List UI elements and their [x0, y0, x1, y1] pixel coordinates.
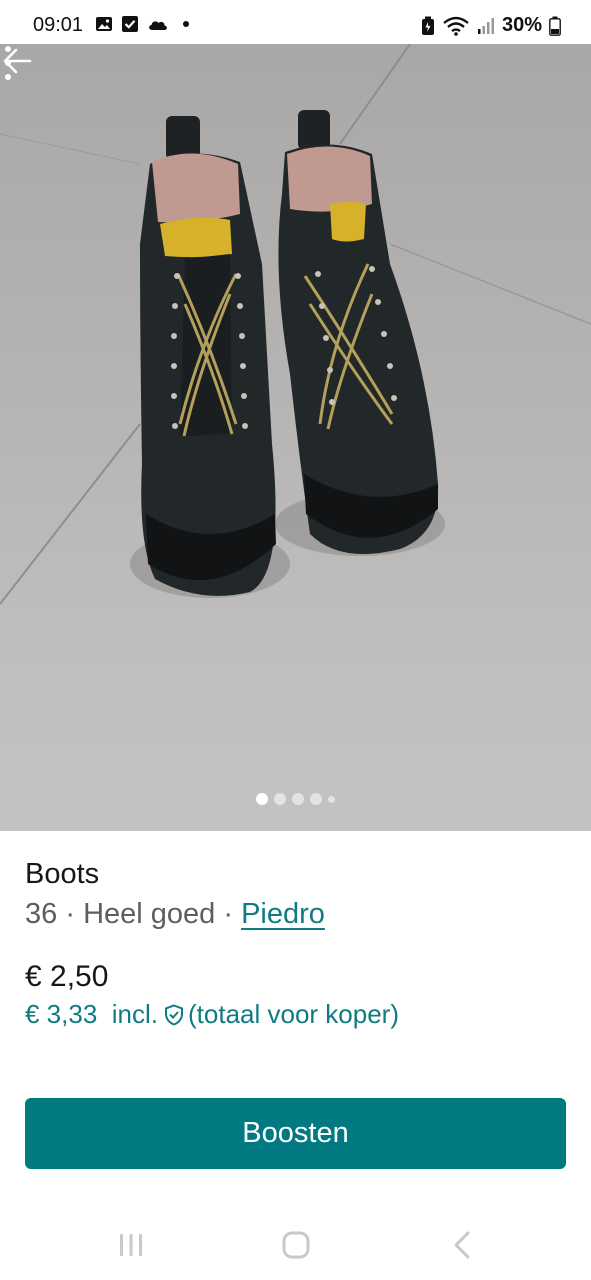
home-icon[interactable]	[279, 1228, 313, 1262]
pagination-dot[interactable]	[292, 793, 304, 805]
battery-percent: 30%	[501, 14, 542, 36]
boost-button[interactable]: Boosten	[25, 1098, 566, 1169]
gallery-icon	[96, 17, 112, 31]
notification-dot-icon	[183, 21, 189, 27]
incl-label: incl.	[111, 999, 158, 1029]
system-nav-bar	[0, 1210, 591, 1280]
pagination-dot[interactable]	[256, 793, 268, 805]
signal-icon	[477, 17, 494, 34]
price-incl: € 3,33	[25, 999, 98, 1029]
item-meta: 36 · Heel goed · Piedro	[25, 898, 325, 931]
shield-check-icon	[165, 1003, 183, 1026]
recents-icon[interactable]	[114, 1228, 148, 1262]
buyer-protection-price[interactable]: € 3,33 incl. (totaal voor koper)	[25, 999, 399, 1030]
cloud-icon	[149, 21, 167, 30]
pagination-dot[interactable]	[310, 793, 322, 805]
more-options-icon[interactable]	[0, 44, 16, 82]
listing-photo[interactable]	[0, 44, 591, 831]
item-condition: Heel goed	[83, 898, 216, 930]
separator: ·	[223, 898, 234, 930]
item-price: € 2,50	[25, 960, 109, 993]
incl-note: (totaal voor koper)	[188, 999, 399, 1029]
separator: ·	[65, 898, 75, 930]
back-nav-icon[interactable]	[446, 1228, 480, 1262]
item-title: Boots	[25, 858, 100, 890]
right-boot	[275, 110, 445, 556]
pagination-dot[interactable]	[328, 795, 335, 803]
status-time: 09:01	[33, 14, 84, 36]
boots-photo	[0, 44, 591, 605]
checkbox-icon	[122, 16, 138, 32]
brand-link[interactable]: Piedro	[241, 898, 325, 930]
pagination-dot[interactable]	[274, 793, 286, 805]
left-boot	[130, 116, 290, 598]
photo-pagination	[0, 793, 591, 805]
status-bar: 09:01 30%	[0, 0, 591, 44]
battery-icon	[549, 16, 561, 36]
item-size: 36	[25, 898, 58, 930]
battery-saver-icon	[421, 16, 434, 35]
wifi-icon	[443, 16, 469, 36]
